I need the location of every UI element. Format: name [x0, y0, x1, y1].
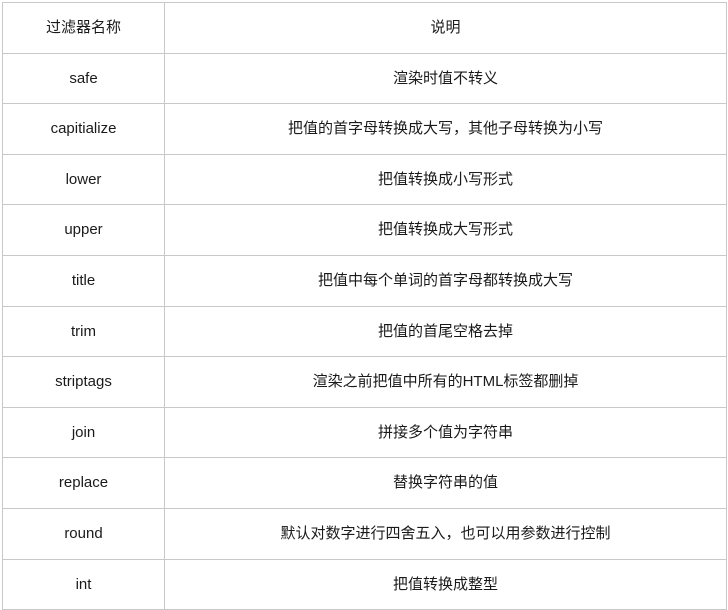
filter-description-cell: 把值的首尾空格去掉: [164, 305, 727, 358]
table-row: lower 把值转换成小写形式: [2, 153, 727, 206]
table-row: title 把值中每个单词的首字母都转换成大写: [2, 254, 727, 307]
table-row: join 拼接多个值为字符串: [2, 406, 727, 459]
filter-name-cell: striptags: [2, 356, 165, 408]
filter-name-cell: title: [2, 254, 165, 307]
table-row: capitialize 把值的首字母转换成大写，其他子母转换为小写: [2, 103, 727, 155]
filter-name-cell: join: [2, 406, 165, 459]
filter-description-cell: 把值转换成整型: [164, 558, 727, 610]
filter-name-cell: int: [2, 558, 165, 610]
table-row: upper 把值转换成大写形式: [2, 204, 727, 256]
filter-reference-table: 过滤器名称 说明 safe 渲染时值不转义 capitialize 把值的首字母转换成…: [2, 2, 727, 610]
filter-description-cell: 把值中每个单词的首字母都转换成大写: [164, 254, 727, 307]
filter-description-cell: 把值转换成大写形式: [164, 204, 727, 256]
filter-description-cell: 把值转换成小写形式: [164, 153, 727, 206]
table-row: trim 把值的首尾空格去掉: [2, 305, 727, 358]
filter-description-cell: 渲染之前把值中所有的HTML标签都删掉: [164, 356, 727, 408]
filter-name-cell: safe: [2, 52, 165, 105]
filter-table-container: 过滤器名称 说明 safe 渲染时值不转义 capitialize 把值的首字母转换成…: [2, 2, 727, 610]
filter-description-cell: 把值的首字母转换成大写，其他子母转换为小写: [164, 103, 727, 155]
filter-description-cell: 默认对数字进行四舍五入，也可以用参数进行控制: [164, 507, 727, 560]
column-header-description: 说明: [164, 2, 727, 54]
table-body: safe 渲染时值不转义 capitialize 把值的首字母转换成大写，其他子母转换…: [2, 52, 727, 610]
filter-description-cell: 替换字符串的值: [164, 457, 727, 509]
table-row: replace 替换字符串的值: [2, 457, 727, 509]
filter-name-cell: lower: [2, 153, 165, 206]
filter-description-cell: 拼接多个值为字符串: [164, 406, 727, 459]
table-row: round 默认对数字进行四舍五入，也可以用参数进行控制: [2, 507, 727, 560]
filter-name-cell: trim: [2, 305, 165, 358]
table-row: striptags 渲染之前把值中所有的HTML标签都删掉: [2, 356, 727, 408]
filter-name-cell: replace: [2, 457, 165, 509]
table-row: int 把值转换成整型: [2, 558, 727, 610]
table-header-row: 过滤器名称 说明: [2, 2, 727, 54]
filter-description-cell: 渲染时值不转义: [164, 52, 727, 105]
column-header-filter-name: 过滤器名称: [2, 2, 165, 54]
filter-name-cell: capitialize: [2, 103, 165, 155]
filter-name-cell: round: [2, 507, 165, 560]
filter-name-cell: upper: [2, 204, 165, 256]
table-row: safe 渲染时值不转义: [2, 52, 727, 105]
table-header: 过滤器名称 说明: [2, 2, 727, 54]
